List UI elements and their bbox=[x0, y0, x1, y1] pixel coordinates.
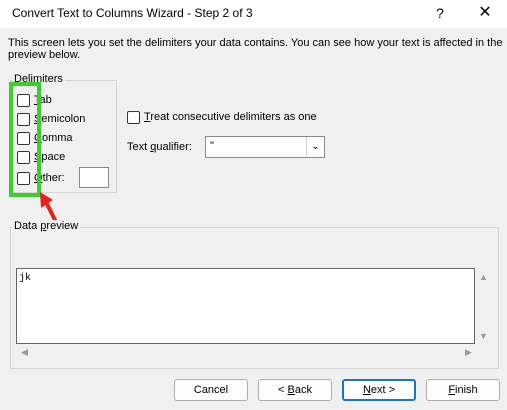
help-button[interactable]: ? bbox=[428, 2, 452, 24]
semicolon-label: Semicolon bbox=[34, 113, 86, 125]
close-button[interactable]: ✕ bbox=[472, 2, 498, 24]
next-button[interactable]: Next > bbox=[342, 379, 416, 401]
consecutive-option[interactable]: Treat consecutive delimiters as one bbox=[127, 109, 317, 125]
preview-text: jk bbox=[19, 273, 32, 284]
chevron-down-icon[interactable]: ⌄ bbox=[306, 137, 324, 157]
window-title: Convert Text to Columns Wizard - Step 2 … bbox=[12, 6, 253, 20]
scroll-left-icon[interactable]: ◀ bbox=[21, 347, 28, 358]
cancel-button[interactable]: Cancel bbox=[174, 379, 248, 401]
text-qualifier-value: " bbox=[210, 140, 214, 152]
other-delimiter-input[interactable] bbox=[79, 167, 109, 188]
highlight-box-annotation bbox=[9, 82, 41, 197]
finish-button[interactable]: Finish bbox=[426, 379, 500, 401]
scroll-up-icon[interactable]: ▲ bbox=[479, 272, 488, 282]
text-qualifier-select[interactable]: " ⌄ bbox=[205, 136, 325, 158]
consecutive-checkbox[interactable] bbox=[127, 110, 140, 124]
data-preview-label: Data preview bbox=[12, 220, 81, 232]
data-preview-box[interactable]: jk bbox=[16, 268, 475, 344]
title-bar: Convert Text to Columns Wizard - Step 2 … bbox=[0, 0, 507, 28]
text-qualifier-label: Text qualifier: bbox=[127, 141, 192, 153]
step-description: This screen lets you set the delimiters … bbox=[8, 37, 503, 61]
back-button[interactable]: < Back bbox=[258, 379, 332, 401]
consecutive-label: Treat consecutive delimiters as one bbox=[144, 111, 317, 123]
scroll-down-icon[interactable]: ▼ bbox=[479, 331, 488, 341]
scroll-right-icon[interactable]: ▶ bbox=[465, 347, 472, 358]
